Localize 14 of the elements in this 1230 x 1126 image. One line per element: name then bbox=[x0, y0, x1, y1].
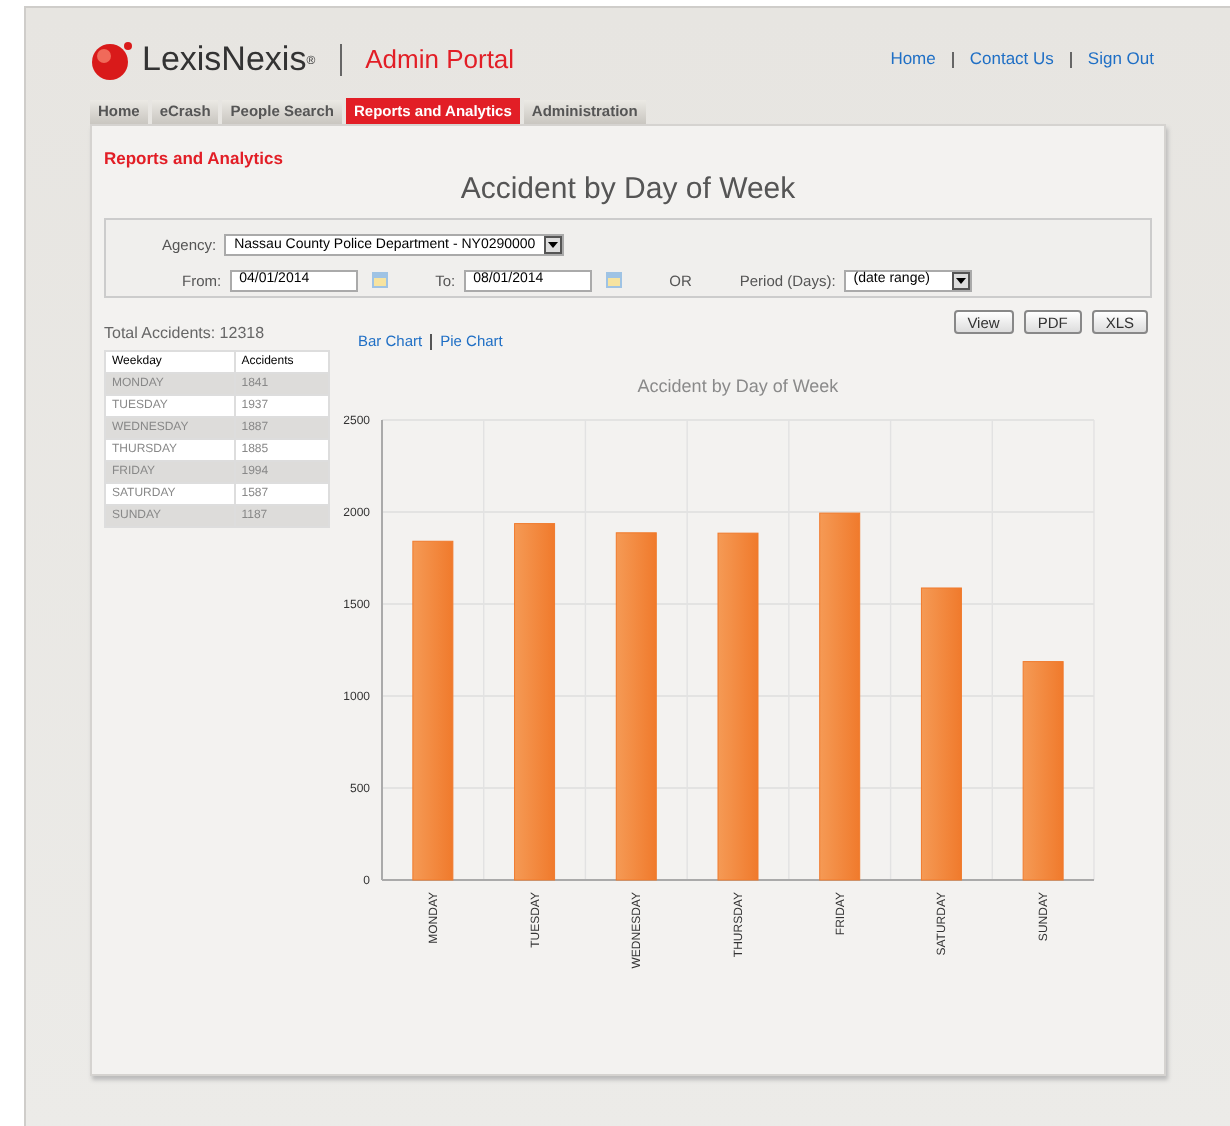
header-link[interactable]: Contact Us bbox=[969, 46, 1054, 72]
brand-name: LexisNexis$^{®}$ bbox=[142, 37, 316, 82]
page-title: Accident by Day of Week bbox=[458, 169, 798, 210]
portal-title: Admin Portal bbox=[365, 41, 515, 78]
total-accidents: Total Accidents: 12318 bbox=[104, 322, 267, 347]
chart-title: Accident by Day of Week bbox=[637, 375, 839, 395]
header-link[interactable]: Sign Out bbox=[1087, 46, 1154, 72]
section-title: Reports and Analytics bbox=[104, 146, 285, 172]
calendar-icon[interactable] bbox=[605, 272, 622, 289]
dropdown-icon bbox=[955, 277, 966, 284]
header-link[interactable]: Home bbox=[890, 46, 936, 72]
calendar-icon[interactable] bbox=[371, 272, 388, 289]
globe-logo-icon bbox=[90, 37, 134, 81]
dropdown-icon bbox=[547, 242, 558, 249]
